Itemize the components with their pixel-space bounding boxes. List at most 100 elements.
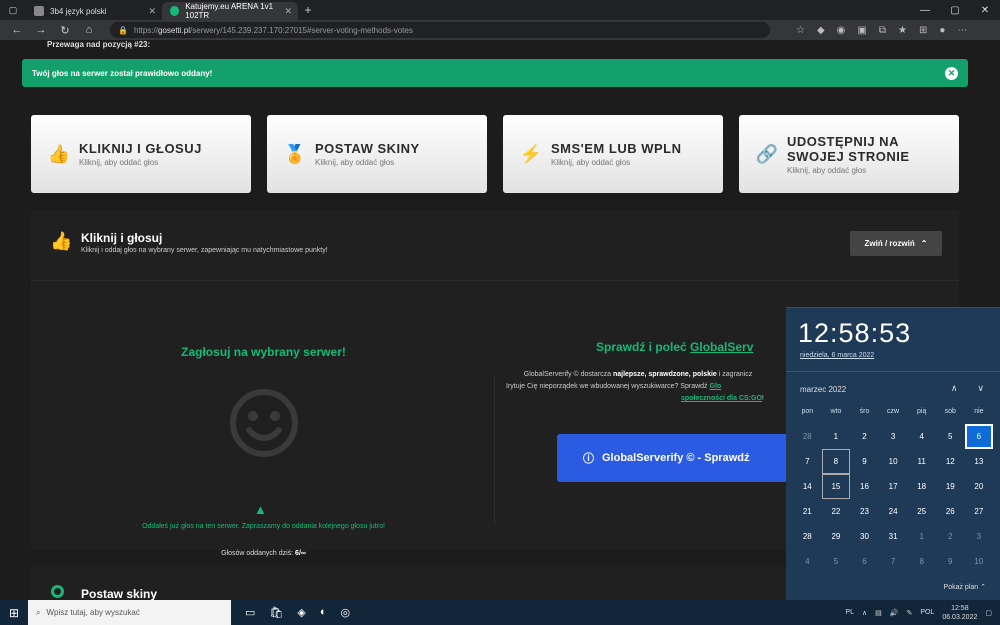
calendar-day[interactable]: 7 xyxy=(879,549,908,574)
avatar[interactable]: ● xyxy=(939,25,945,36)
calendar-day[interactable]: 9 xyxy=(850,449,879,474)
calendar-day[interactable]: 28 xyxy=(793,424,822,449)
collections-icon[interactable]: ⊞ xyxy=(919,25,927,36)
close-window-icon[interactable]: ✕ xyxy=(970,0,1000,20)
calendar-day[interactable]: 5 xyxy=(936,424,965,449)
clock-time: 12:58:53 xyxy=(798,318,912,348)
input-language[interactable]: POL xyxy=(920,609,934,616)
messenger-icon[interactable]: ◎ xyxy=(341,606,351,619)
puzzle-icon[interactable]: ⧉ xyxy=(879,25,886,36)
calendar-day[interactable]: 3 xyxy=(965,524,994,549)
extension-icon[interactable]: ▣ xyxy=(857,25,866,36)
home-icon[interactable]: ⌂ xyxy=(80,24,98,36)
minimize-icon[interactable]: — xyxy=(910,0,940,20)
calendar-day[interactable]: 19 xyxy=(936,474,965,499)
pen-icon[interactable]: ✎ xyxy=(906,609,912,617)
calendar-day[interactable]: 5 xyxy=(822,549,851,574)
chevron-up-icon[interactable]: ∧ xyxy=(862,609,867,617)
globalserverify-description: GlobalServerify © dostarcza najlepsze, s… xyxy=(488,369,788,405)
calendar-day[interactable]: 12 xyxy=(936,449,965,474)
card-share[interactable]: 🔗 UDOSTĘPNIJ NA SWOJEJ STRONIE Kliknij, a… xyxy=(739,115,959,193)
chevron-up-icon[interactable]: ∧ xyxy=(951,383,958,394)
close-icon[interactable]: ✕ xyxy=(148,6,156,17)
desc-link[interactable]: społeczności dla CS:GO xyxy=(681,395,762,402)
calendar-day[interactable]: 10 xyxy=(879,449,908,474)
menu-icon[interactable]: ⋯ xyxy=(957,25,967,36)
calendar-day[interactable]: 4 xyxy=(907,424,936,449)
globalserverify-link[interactable]: GlobalServ xyxy=(690,340,753,354)
maximize-icon[interactable]: ▢ xyxy=(940,0,970,20)
taskbar-clock[interactable]: 12:58 06.03.2022 xyxy=(942,604,977,622)
calendar-day[interactable]: 28 xyxy=(793,524,822,549)
calendar-day[interactable]: 23 xyxy=(850,499,879,524)
card-skins[interactable]: 🏅 POSTAW SKINY Kliknij, aby oddać głos xyxy=(267,115,487,193)
calendar-day[interactable]: 16 xyxy=(850,474,879,499)
weekday-label: nie xyxy=(974,408,984,415)
calendar-day[interactable]: 2 xyxy=(936,524,965,549)
card-click-vote[interactable]: 👍 KLIKNIJ I GŁOSUJ Kliknij, aby oddać gło… xyxy=(31,115,251,193)
forward-icon[interactable]: → xyxy=(32,24,50,36)
calendar-day[interactable]: 1 xyxy=(822,424,851,449)
calendar-day[interactable]: 9 xyxy=(936,549,965,574)
calendar-day[interactable]: 1 xyxy=(907,524,936,549)
calendar-day[interactable]: 14 xyxy=(793,474,822,499)
desc-link[interactable]: Glo xyxy=(710,383,722,390)
calendar-day[interactable]: 27 xyxy=(965,499,994,524)
chevron-down-icon[interactable]: ∨ xyxy=(977,383,984,394)
back-icon[interactable]: ← xyxy=(8,24,26,36)
calendar-day[interactable]: 10 xyxy=(965,549,994,574)
extension-icon[interactable]: ◆ xyxy=(817,25,825,36)
calendar-day[interactable]: 6 xyxy=(850,549,879,574)
calendar-day[interactable]: 30 xyxy=(850,524,879,549)
extension-icon[interactable]: ◉ xyxy=(837,25,846,36)
clock-date[interactable]: niedziela, 6 marca 2022 xyxy=(800,352,874,359)
divider xyxy=(786,371,1000,372)
tab-actions-icon[interactable]: ▢ xyxy=(0,5,26,16)
calendar-day[interactable]: 2 xyxy=(850,424,879,449)
calendar-day[interactable]: 29 xyxy=(822,524,851,549)
calendar-day[interactable]: 24 xyxy=(879,499,908,524)
calendar-day[interactable]: 3 xyxy=(879,424,908,449)
tab-server[interactable]: Katujemy.eu ARENA 1v1 102TR ✕ xyxy=(162,2,298,20)
calendar-month[interactable]: marzec 2022 xyxy=(800,385,846,394)
calendar-day[interactable]: 18 xyxy=(907,474,936,499)
calendar-day[interactable]: 26 xyxy=(936,499,965,524)
calendar-day[interactable]: 15 xyxy=(821,474,851,499)
calendar-day[interactable]: 13 xyxy=(965,449,994,474)
language-indicator[interactable]: PL xyxy=(845,609,854,616)
notifications-icon[interactable]: ▢ xyxy=(985,609,992,617)
new-tab-button[interactable]: + xyxy=(298,3,318,17)
calendar-day[interactable]: 6 xyxy=(964,424,994,449)
favorites-icon[interactable]: ★ xyxy=(898,25,907,36)
calendar-day[interactable]: 8 xyxy=(907,549,936,574)
windows-start-icon[interactable]: ⊞ xyxy=(0,606,28,620)
store-icon[interactable]: 🛍 xyxy=(269,606,283,619)
calendar-day[interactable]: 17 xyxy=(879,474,908,499)
favorite-icon[interactable]: ☆ xyxy=(796,25,805,36)
reload-icon[interactable]: ↻ xyxy=(56,24,74,37)
collapse-toggle-button[interactable]: Zwiń / rozwiń ⌃ xyxy=(850,231,942,256)
calendar-day[interactable]: 31 xyxy=(879,524,908,549)
taskbar-search[interactable]: ⌕ Wpisz tutaj, aby wyszukać xyxy=(28,600,231,625)
calendar-day[interactable]: 11 xyxy=(907,449,936,474)
calendar-day[interactable]: 7 xyxy=(793,449,822,474)
calendar-day[interactable]: 8 xyxy=(821,449,851,474)
tab-language[interactable]: 3b4 język polski ✕ xyxy=(26,2,162,20)
show-plan-button[interactable]: Pokaż plan ⌃ xyxy=(944,583,986,591)
network-icon[interactable]: ▤ xyxy=(875,609,882,617)
card-sms[interactable]: ⚡ SMS'EM LUB WPLN Kliknij, aby oddać głos xyxy=(503,115,723,193)
app-icon[interactable]: ◈ xyxy=(297,606,305,619)
calendar-day[interactable]: 20 xyxy=(965,474,994,499)
alert-text: Twój głos na serwer został prawidłowo od… xyxy=(32,68,213,78)
calendar-day[interactable]: 4 xyxy=(793,549,822,574)
calendar-day[interactable]: 25 xyxy=(907,499,936,524)
url-field[interactable]: 🔒 https://gosetti.pl/serwery/145.239.237… xyxy=(110,22,770,38)
close-icon[interactable]: ✕ xyxy=(945,66,958,80)
task-view-icon[interactable]: ▭ xyxy=(245,606,255,619)
calendar-day[interactable]: 21 xyxy=(793,499,822,524)
globalserverify-button[interactable]: ⓘ GlobalServerify © - Sprawdź xyxy=(557,434,817,482)
edge-icon[interactable]: ◐ xyxy=(320,606,327,619)
volume-icon[interactable]: 🔊 xyxy=(890,609,899,617)
calendar-day[interactable]: 22 xyxy=(822,499,851,524)
close-icon[interactable]: ✕ xyxy=(284,6,292,17)
